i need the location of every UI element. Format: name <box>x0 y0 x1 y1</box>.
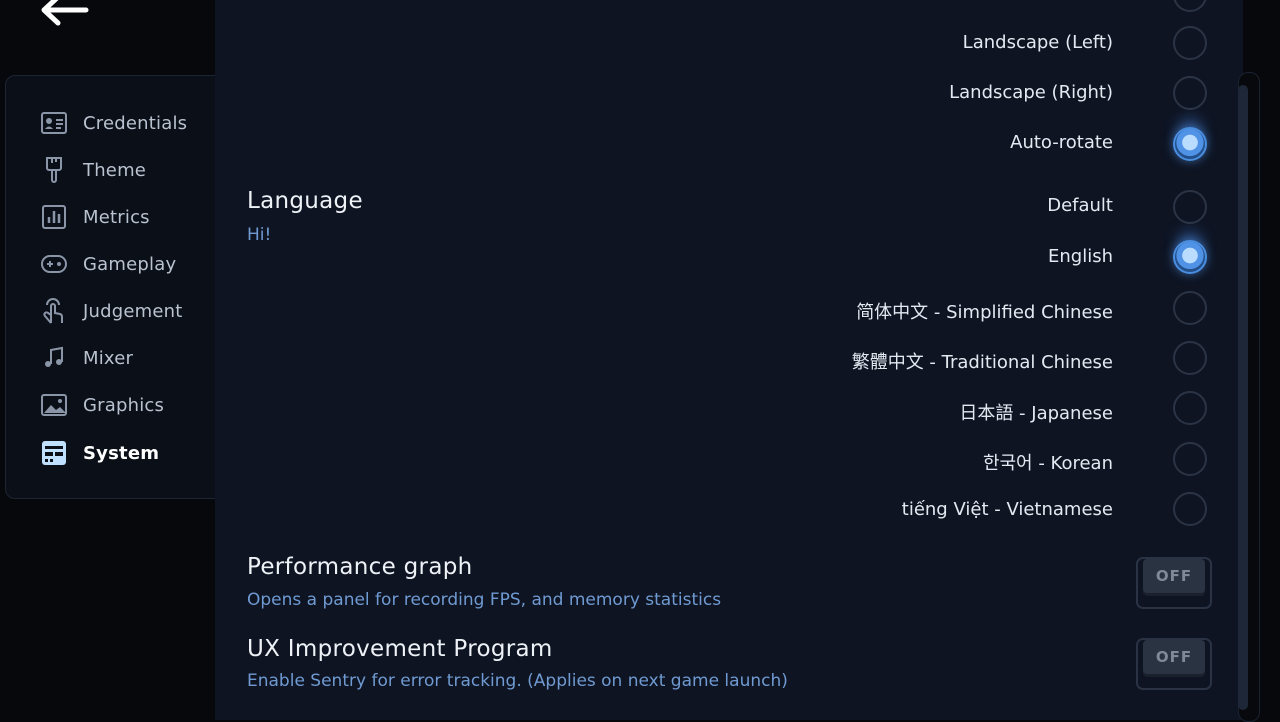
radio-language-japanese[interactable] <box>1173 391 1207 425</box>
system-panel-icon <box>40 439 68 467</box>
performance-graph-toggle[interactable]: OFF <box>1136 557 1212 609</box>
radio-language-simplified-chinese[interactable] <box>1173 291 1207 325</box>
settings-sidebar: Credentials Theme Metrics Gameplay Judge… <box>5 75 245 499</box>
sidebar-item-credentials[interactable]: Credentials <box>40 106 230 140</box>
back-arrow-icon <box>41 0 89 26</box>
sidebar-item-label: Mixer <box>83 347 134 369</box>
paintbrush-icon <box>40 156 68 184</box>
language-option-label: 简体中文 - Simplified Chinese <box>856 302 1113 323</box>
ux-program-toggle[interactable]: OFF <box>1136 638 1212 690</box>
bar-chart-icon <box>40 203 68 231</box>
sidebar-item-graphics[interactable]: Graphics <box>40 388 230 422</box>
tap-hand-icon <box>40 297 68 325</box>
id-card-icon <box>40 109 68 137</box>
language-title: Language <box>247 188 363 214</box>
sidebar-item-label: Judgement <box>83 300 183 322</box>
sidebar-item-label: Credentials <box>83 112 188 134</box>
sidebar-item-system[interactable]: System <box>40 436 230 470</box>
image-icon <box>40 391 68 419</box>
settings-panel: Landscape (Left) Landscape (Right) Auto-… <box>215 0 1243 720</box>
performance-graph-subtitle: Opens a panel for recording FPS, and mem… <box>247 590 722 610</box>
language-option-label: English <box>1048 246 1113 267</box>
toggle-knob: OFF <box>1143 640 1205 674</box>
radio-landscape-left[interactable] <box>1173 26 1207 60</box>
sidebar-item-label: Graphics <box>83 394 165 416</box>
sidebar-item-mixer[interactable]: Mixer <box>40 341 230 375</box>
sidebar-item-theme[interactable]: Theme <box>40 153 230 187</box>
sidebar-item-judgement[interactable]: Judgement <box>40 294 230 328</box>
radio-language-vietnamese[interactable] <box>1173 492 1207 526</box>
sidebar-item-label: System <box>83 442 160 464</box>
performance-graph-title: Performance graph <box>247 554 473 580</box>
scrollbar-thumb[interactable] <box>1238 85 1248 710</box>
radio-orientation-hidden[interactable] <box>1173 0 1207 12</box>
ux-program-subtitle: Enable Sentry for error tracking. (Appli… <box>247 671 788 691</box>
gamepad-icon <box>40 250 68 278</box>
orientation-option-label: Landscape (Right) <box>949 82 1113 103</box>
radio-language-traditional-chinese[interactable] <box>1173 341 1207 375</box>
sidebar-item-label: Theme <box>83 159 147 181</box>
language-option-label: 繁體中文 - Traditional Chinese <box>851 352 1113 373</box>
language-option-label: Default <box>1047 195 1113 216</box>
sidebar-item-metrics[interactable]: Metrics <box>40 200 230 234</box>
radio-auto-rotate[interactable] <box>1173 127 1207 161</box>
radio-language-korean[interactable] <box>1173 442 1207 476</box>
music-note-icon <box>40 344 68 372</box>
language-subtitle: Hi! <box>247 225 272 245</box>
back-button[interactable] <box>36 0 92 30</box>
ux-program-title: UX Improvement Program <box>247 636 553 662</box>
orientation-option-label: Landscape (Left) <box>962 32 1113 53</box>
radio-landscape-right[interactable] <box>1173 76 1207 110</box>
language-option-label: 한국어 - Korean <box>982 453 1113 474</box>
orientation-option-label: Auto-rotate <box>1010 132 1113 153</box>
language-option-label: tiếng Việt - Vietnamese <box>901 499 1113 520</box>
toggle-knob: OFF <box>1143 559 1205 593</box>
radio-language-default[interactable] <box>1173 190 1207 224</box>
language-option-label: 日本語 - Japanese <box>959 403 1113 424</box>
sidebar-item-gameplay[interactable]: Gameplay <box>40 247 230 281</box>
sidebar-item-label: Gameplay <box>83 253 177 275</box>
sidebar-item-label: Metrics <box>83 206 150 228</box>
radio-language-english[interactable] <box>1173 240 1207 274</box>
